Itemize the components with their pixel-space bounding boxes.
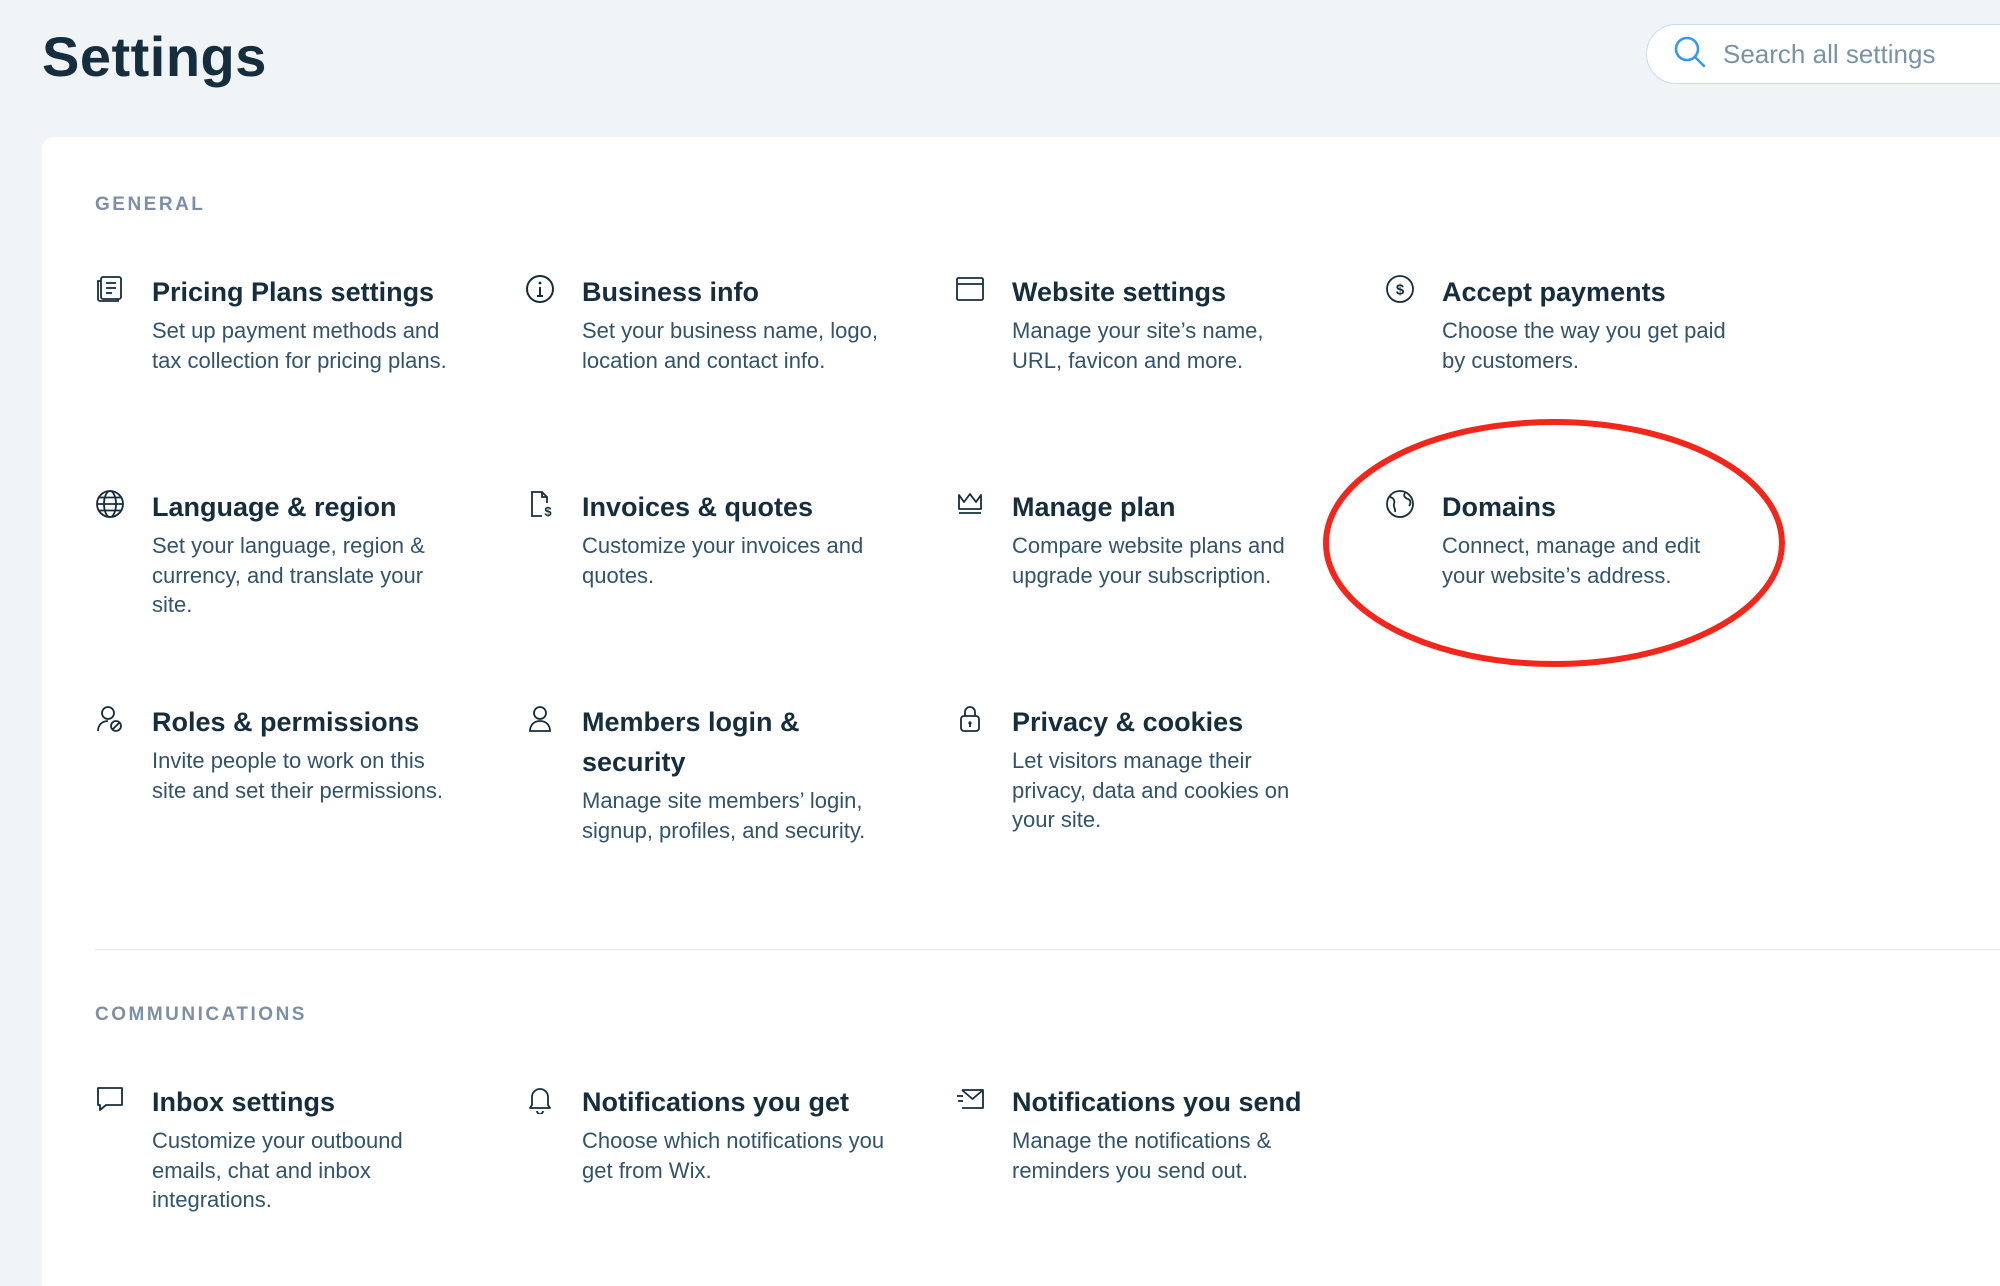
settings-item-roles-permissions[interactable]: Roles & permissions Invite people to wor… <box>95 702 495 805</box>
crown-icon <box>955 489 985 519</box>
item-title: Invoices & quotes <box>582 492 814 522</box>
item-title: Language & region <box>152 492 397 522</box>
item-description: Choose which notifications you get from … <box>582 1128 885 1183</box>
item-description: Set your business name, logo, location a… <box>582 318 878 373</box>
section-label-general: GENERAL <box>95 194 206 215</box>
user-permissions-icon <box>95 704 125 734</box>
item-title: Pricing Plans settings <box>152 277 435 307</box>
browser-window-icon <box>955 274 985 304</box>
item-title: Website settings <box>1012 277 1227 307</box>
dollar-circle-icon: $ <box>1385 274 1415 304</box>
settings-item-inbox-settings[interactable]: Inbox settings Customize your outbound e… <box>95 1082 495 1215</box>
settings-item-language-region[interactable]: Language & region Set your language, reg… <box>95 487 495 620</box>
item-description: Customize your outbound emails, chat and… <box>152 1128 403 1212</box>
item-description: Choose the way you get paid by customers… <box>1442 318 1726 373</box>
settings-item-notifications-send[interactable]: Notifications you send Manage the notifi… <box>955 1082 1355 1185</box>
settings-item-pricing-plans[interactable]: Pricing Plans settings Set up payment me… <box>95 272 495 375</box>
settings-page: Settings GENERAL Pricing Plans settings … <box>0 0 2000 1286</box>
item-title: Roles & permissions <box>152 707 420 737</box>
item-title: Members login & security <box>582 707 800 777</box>
item-description: Manage site members’ login, signup, prof… <box>582 788 866 843</box>
pricing-plans-icon <box>95 274 125 304</box>
svg-text:$: $ <box>544 504 552 519</box>
send-mail-icon <box>955 1084 985 1114</box>
settings-item-notifications-get[interactable]: Notifications you get Choose which notif… <box>525 1082 925 1185</box>
settings-item-domains[interactable]: Domains Connect, manage and edit your we… <box>1385 487 1785 590</box>
settings-item-business-info[interactable]: Business info Set your business name, lo… <box>525 272 925 375</box>
settings-item-manage-plan[interactable]: Manage plan Compare website plans and up… <box>955 487 1355 590</box>
item-description: Let visitors manage their privacy, data … <box>1012 748 1290 832</box>
item-description: Compare website plans and upgrade your s… <box>1012 533 1285 588</box>
lock-icon <box>955 704 985 734</box>
item-title: Notifications you send <box>1012 1087 1302 1117</box>
item-title: Manage plan <box>1012 492 1176 522</box>
item-title: Business info <box>582 277 760 307</box>
section-label-communications: COMMUNICATIONS <box>95 1004 307 1025</box>
search-icon <box>1673 35 1707 74</box>
search-input[interactable] <box>1723 38 2000 70</box>
chat-bubble-icon <box>95 1084 125 1114</box>
settings-item-invoices-quotes[interactable]: $ Invoices & quotes Customize your invoi… <box>525 487 925 590</box>
item-title: Notifications you get <box>582 1087 850 1117</box>
item-title: Privacy & cookies <box>1012 707 1244 737</box>
item-description: Manage the notifications & reminders you… <box>1012 1128 1272 1183</box>
settings-item-website-settings[interactable]: Website settings Manage your site’s name… <box>955 272 1355 375</box>
item-description: Manage your site’s name, URL, favicon an… <box>1012 318 1264 373</box>
item-title: Accept payments <box>1442 277 1666 307</box>
item-description: Set up payment methods and tax collectio… <box>152 318 447 373</box>
item-description: Set your language, region & currency, an… <box>152 533 425 617</box>
page-title: Settings <box>42 25 267 88</box>
invoice-icon: $ <box>525 489 555 519</box>
domain-globe-icon <box>1385 489 1415 519</box>
section-divider <box>95 949 2000 950</box>
info-icon <box>525 274 555 304</box>
settings-item-privacy-cookies[interactable]: Privacy & cookies Let visitors manage th… <box>955 702 1355 835</box>
member-icon <box>525 704 555 734</box>
item-title: Inbox settings <box>152 1087 336 1117</box>
settings-item-members-login[interactable]: Members login & security Manage site mem… <box>525 702 925 845</box>
search-bar[interactable] <box>1646 24 2000 84</box>
item-description: Customize your invoices and quotes. <box>582 533 864 588</box>
item-description: Connect, manage and edit your website’s … <box>1442 533 1701 588</box>
item-title: Domains <box>1442 492 1557 522</box>
svg-text:$: $ <box>1396 282 1405 299</box>
settings-card: GENERAL Pricing Plans settings Set up pa… <box>42 137 2000 1286</box>
globe-icon <box>95 489 125 519</box>
item-description: Invite people to work on this site and s… <box>152 748 444 803</box>
settings-item-accept-payments[interactable]: $ Accept payments Choose the way you get… <box>1385 272 1785 375</box>
bell-icon <box>525 1084 555 1114</box>
